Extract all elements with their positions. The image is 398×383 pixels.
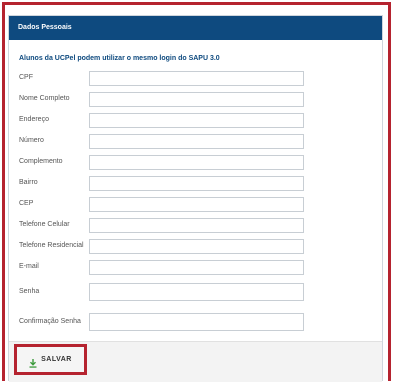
bairro-label: Bairro — [19, 179, 38, 186]
form-row-cpf: CPF — [9, 68, 382, 88]
nome-completo-input[interactable] — [89, 92, 304, 107]
personal-data-panel: Dados Pessoais Alunos da UCPel podem uti… — [8, 15, 383, 382]
form-row-confirmacao-senha: Confirmação Senha — [9, 310, 382, 331]
form-row-email: E-mail — [9, 257, 382, 277]
save-button[interactable]: SALVAR — [14, 344, 87, 375]
form-row-endereco: Endereço — [9, 110, 382, 130]
form-row-cep: CEP — [9, 194, 382, 214]
panel-title: Dados Pessoais — [9, 16, 382, 40]
confirmacao-senha-input[interactable] — [89, 313, 304, 331]
form-row-complemento: Complemento — [9, 152, 382, 172]
form-row-telefone-celular: Telefone Celular — [9, 215, 382, 235]
form-footer: SALVAR — [9, 341, 382, 382]
numero-label: Número — [19, 137, 44, 144]
telefone-residencial-label: Telefone Residencial — [19, 242, 84, 249]
form-row-senha: Senha — [9, 280, 382, 301]
telefone-celular-input[interactable] — [89, 218, 304, 233]
download-icon — [29, 355, 37, 368]
save-button-label: SALVAR — [41, 356, 72, 363]
form-row-numero: Número — [9, 131, 382, 151]
cpf-input[interactable] — [89, 71, 304, 86]
confirmacao-senha-label: Confirmação Senha — [19, 318, 81, 325]
telefone-celular-label: Telefone Celular — [19, 221, 70, 228]
senha-input[interactable] — [89, 283, 304, 301]
complemento-label: Complemento — [19, 158, 63, 165]
cep-label: CEP — [19, 200, 34, 207]
email-input[interactable] — [89, 260, 304, 275]
cep-input[interactable] — [89, 197, 304, 212]
form-row-telefone-residencial: Telefone Residencial — [9, 236, 382, 256]
telefone-residencial-input[interactable] — [89, 239, 304, 254]
login-notice: Alunos da UCPel podem utilizar o mesmo l… — [19, 55, 220, 62]
senha-label: Senha — [19, 288, 40, 295]
bairro-input[interactable] — [89, 176, 304, 191]
form-row-bairro: Bairro — [9, 173, 382, 193]
form-row-nome-completo: Nome Completo — [9, 89, 382, 109]
complemento-input[interactable] — [89, 155, 304, 170]
email-label: E-mail — [19, 263, 39, 270]
endereco-label: Endereço — [19, 116, 49, 123]
nome-completo-label: Nome Completo — [19, 95, 70, 102]
endereco-input[interactable] — [89, 113, 304, 128]
cpf-label: CPF — [19, 74, 33, 81]
save-button-content: SALVAR — [29, 355, 72, 368]
numero-input[interactable] — [89, 134, 304, 149]
